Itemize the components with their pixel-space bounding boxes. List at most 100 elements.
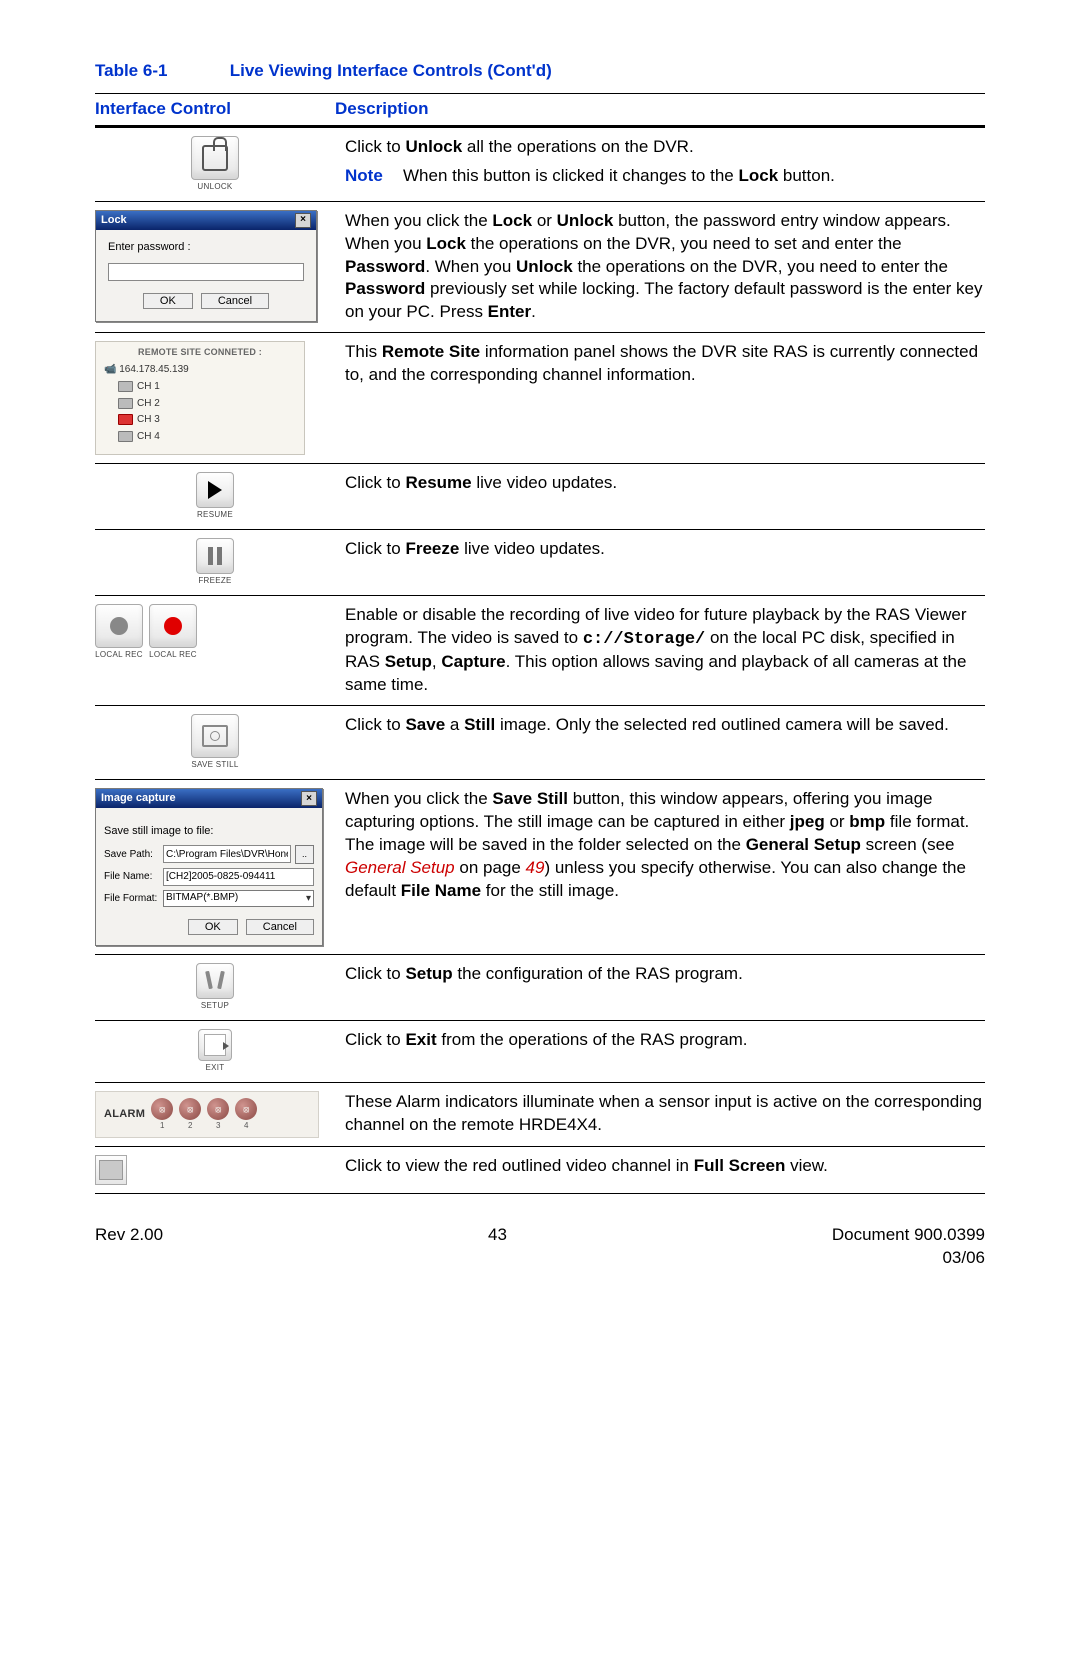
icon-caption: RESUME	[197, 510, 233, 521]
camera-icon	[118, 431, 133, 442]
camera-icon-active	[118, 414, 133, 425]
description-cell: Click to Save a Still image. Only the se…	[345, 714, 985, 737]
tools-icon	[206, 971, 224, 991]
alarm-label: ALARM	[104, 1107, 145, 1122]
table-caption: Table 6-1 Live Viewing Interface Control…	[95, 60, 985, 83]
footer-date: 03/06	[832, 1247, 985, 1270]
save-path-input[interactable]	[163, 845, 291, 863]
camera-snapshot-icon	[202, 725, 228, 747]
table-row: EXIT Click to Exit from the operations o…	[95, 1021, 985, 1083]
description-cell: Click to Resume live video updates.	[345, 472, 985, 495]
table-row: SETUP Click to Setup the configuration o…	[95, 955, 985, 1021]
capture-prompt: Save still image to file:	[104, 824, 314, 839]
alarm-indicator: ⦻2	[179, 1098, 201, 1132]
table-row: UNLOCK Click to Unlock all the operation…	[95, 128, 985, 202]
description-cell: Enable or disable the recording of live …	[345, 604, 985, 698]
icon-caption: UNLOCK	[197, 182, 232, 193]
footer-doc-number: Document 900.0399	[832, 1224, 985, 1247]
description-cell: Click to Freeze live video updates.	[345, 538, 985, 561]
description-cell: Click to view the red outlined video cha…	[345, 1155, 985, 1178]
local-rec-on-button[interactable]	[149, 604, 197, 648]
table-number: Table 6-1	[95, 60, 225, 83]
table-row: REMOTE SITE CONNETED : 📹 164.178.45.139 …	[95, 333, 985, 464]
file-name-label: File Name:	[104, 870, 159, 884]
table-title-text: Live Viewing Interface Controls (Cont'd)	[230, 61, 552, 80]
channel-label: CH 2	[137, 397, 160, 411]
alarm-indicator: ⦻1	[151, 1098, 173, 1132]
icon-caption: SETUP	[201, 1001, 229, 1012]
table-row: RESUME Click to Resume live video update…	[95, 464, 985, 530]
footer-rev: Rev 2.00	[95, 1224, 163, 1270]
icon-caption: LOCAL REC	[149, 650, 197, 661]
icon-caption: EXIT	[206, 1063, 225, 1074]
icon-caption: SAVE STILL	[191, 760, 238, 771]
general-setup-link[interactable]: General Setup	[345, 858, 455, 877]
channel-label: CH 1	[137, 380, 160, 394]
description-cell: Click to Unlock all the operations on th…	[345, 136, 985, 188]
unlock-icon	[202, 145, 228, 171]
description-cell: Click to Exit from the operations of the…	[345, 1029, 985, 1052]
record-active-icon	[164, 617, 182, 635]
table-row: LOCAL REC LOCAL REC Enable or disable th…	[95, 596, 985, 707]
ok-button[interactable]: OK	[188, 919, 238, 935]
table-row: Image capture × Save still image to file:…	[95, 780, 985, 955]
camera-icon	[118, 398, 133, 409]
table-row: SAVE STILL Click to Save a Still image. …	[95, 706, 985, 780]
panel-header: REMOTE SITE CONNETED :	[102, 346, 298, 358]
close-button[interactable]: ×	[295, 213, 311, 228]
cancel-button[interactable]: Cancel	[201, 293, 269, 309]
file-format-label: File Format:	[104, 892, 159, 906]
pause-icon	[208, 547, 222, 565]
col-description: Description	[335, 98, 429, 121]
save-still-button[interactable]	[191, 714, 239, 758]
dialog-title: Image capture	[101, 791, 176, 806]
icon-caption: LOCAL REC	[95, 650, 143, 661]
description-cell: Click to Setup the configuration of the …	[345, 963, 985, 986]
alarm-indicator: ⦻4	[235, 1098, 257, 1132]
password-input[interactable]	[108, 263, 304, 281]
resume-button[interactable]	[196, 472, 234, 508]
icon-caption: FREEZE	[198, 576, 231, 587]
file-format-select[interactable]: BITMAP(*.BMP)	[163, 890, 314, 907]
record-icon	[110, 617, 128, 635]
fullscreen-button[interactable]	[95, 1155, 127, 1185]
alarm-indicator: ⦻3	[207, 1098, 229, 1132]
channel-label: CH 4	[137, 430, 160, 444]
freeze-button[interactable]	[196, 538, 234, 574]
remote-site-panel: REMOTE SITE CONNETED : 📹 164.178.45.139 …	[95, 341, 305, 455]
fullscreen-icon	[99, 1160, 123, 1180]
cancel-button[interactable]: Cancel	[246, 919, 314, 935]
table-row: FREEZE Click to Freeze live video update…	[95, 530, 985, 596]
table-row: ALARM ⦻1 ⦻2 ⦻3 ⦻4 These Alarm indicators…	[95, 1083, 985, 1148]
storage-path: c://Storage/	[583, 630, 705, 649]
page-ref-link[interactable]: 49	[526, 858, 545, 877]
browse-button[interactable]: ..	[295, 845, 314, 864]
footer-page-number: 43	[488, 1224, 507, 1270]
play-icon	[208, 481, 222, 499]
lock-dialog: Lock × Enter password : OK Cancel	[95, 210, 317, 322]
camera-icon	[118, 381, 133, 392]
local-rec-off-button[interactable]	[95, 604, 143, 648]
description-cell: When you click the Lock or Unlock button…	[345, 210, 985, 325]
column-headers: Interface Control Description	[95, 93, 985, 128]
col-interface-control: Interface Control	[95, 98, 335, 121]
exit-button[interactable]	[198, 1029, 232, 1061]
unlock-button[interactable]	[191, 136, 239, 180]
dialog-title: Lock	[101, 213, 127, 228]
table-row: Lock × Enter password : OK Cancel When yo…	[95, 202, 985, 334]
page-footer: Rev 2.00 43 Document 900.0399 03/06	[95, 1224, 985, 1270]
channel-label: CH 3	[137, 413, 160, 427]
note-label: Note	[345, 166, 383, 185]
password-prompt: Enter password :	[108, 240, 304, 255]
description-cell: When you click the Save Still button, th…	[345, 788, 985, 903]
setup-button[interactable]	[196, 963, 234, 999]
save-path-label: Save Path:	[104, 848, 159, 862]
description-cell: These Alarm indicators illuminate when a…	[345, 1091, 985, 1137]
description-cell: This Remote Site information panel shows…	[345, 341, 985, 387]
close-button[interactable]: ×	[301, 791, 317, 806]
alarm-indicator-bar: ALARM ⦻1 ⦻2 ⦻3 ⦻4	[95, 1091, 319, 1139]
image-capture-dialog: Image capture × Save still image to file:…	[95, 788, 323, 946]
ok-button[interactable]: OK	[143, 293, 193, 309]
file-name-input[interactable]	[163, 868, 314, 886]
exit-icon	[204, 1034, 226, 1056]
